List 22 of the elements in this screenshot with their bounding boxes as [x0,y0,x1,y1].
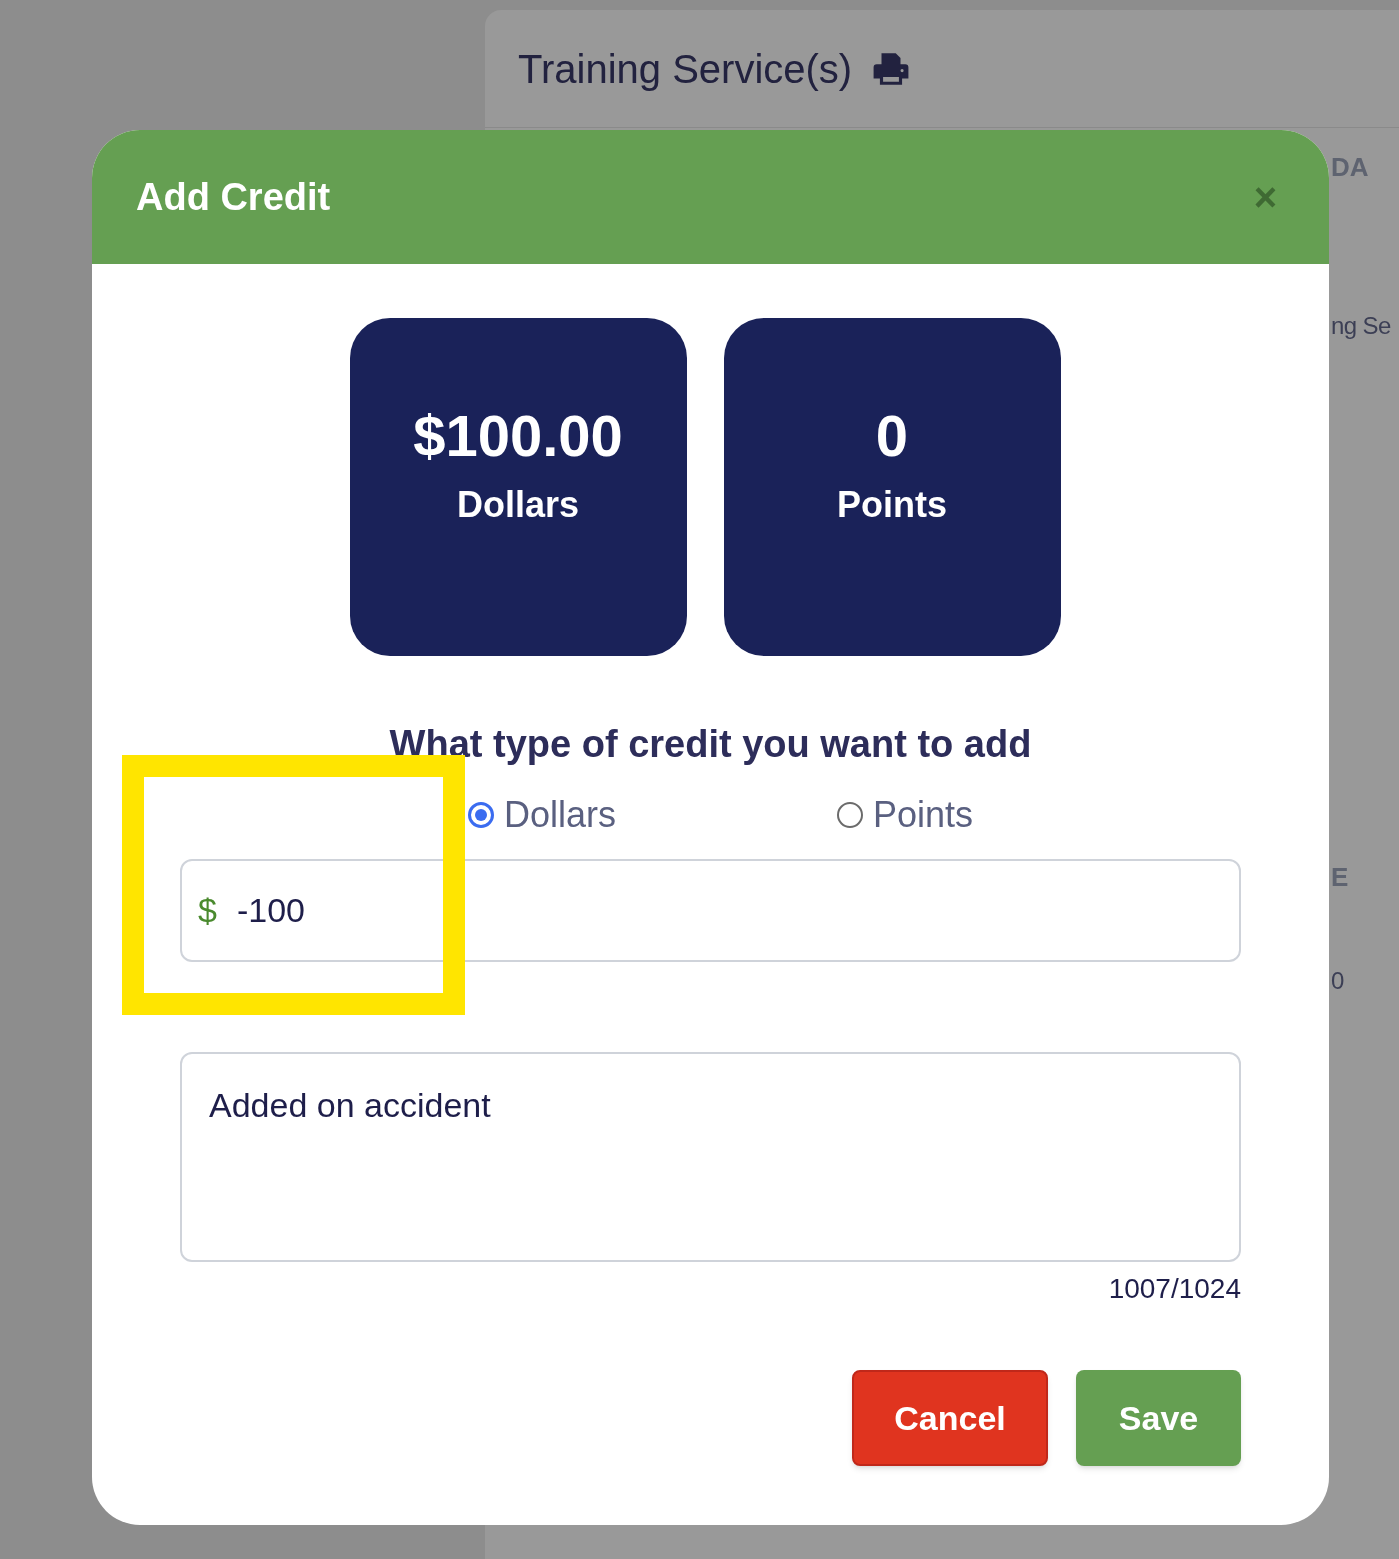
balance-label: Dollars [456,482,579,527]
currency-symbol: $ [198,890,217,931]
column-header: E [1331,861,1349,894]
radio-label: Points [873,793,974,837]
page-title: Training Service(s) [518,45,853,93]
table-cell-text: ng Se [1331,311,1391,341]
save-button[interactable]: Save [1076,1370,1241,1466]
dialog-title: Add Credit [136,174,331,220]
balance-label: Points [837,482,947,527]
amount-value: -100 [236,890,305,931]
column-header: DA [1331,151,1369,184]
radio-button[interactable] [837,802,863,828]
amount-field[interactable]: $ -100 [180,859,1241,962]
table-cell-text: 0 [1331,966,1344,996]
cancel-button[interactable]: Cancel [852,1370,1048,1466]
character-counter: 1007/1024 [1108,1272,1241,1306]
notes-value: Added on accident [209,1086,491,1124]
radio-label: Dollars [504,793,617,837]
notes-field[interactable]: Added on accident [180,1052,1241,1262]
balance-value: 0 [875,404,909,468]
radio-button[interactable] [468,802,494,828]
balance-value: $100.00 [413,404,623,468]
